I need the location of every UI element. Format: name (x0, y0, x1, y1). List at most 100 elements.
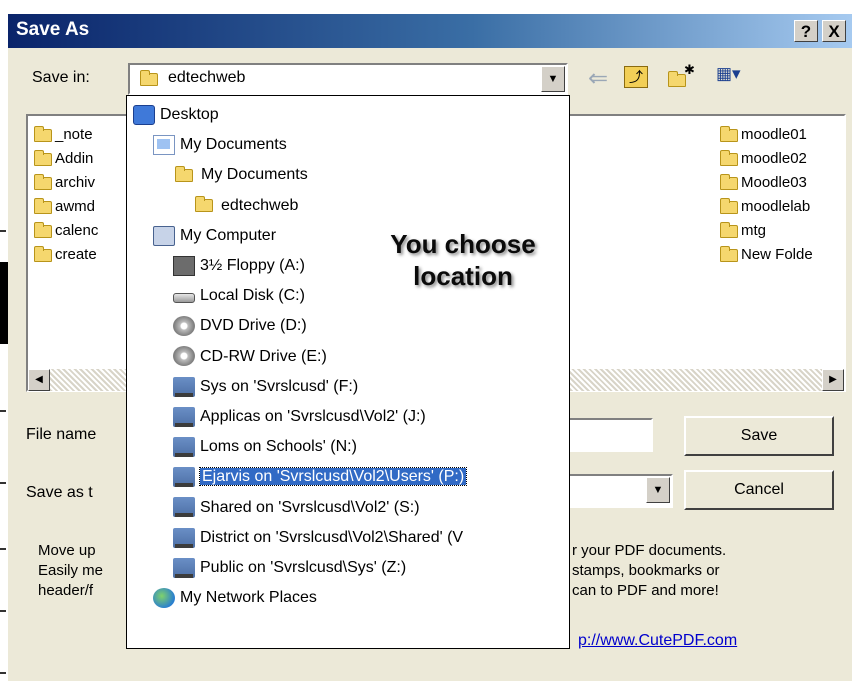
new-folder-icon[interactable]: ✱ (668, 62, 696, 90)
folder-icon (34, 173, 52, 190)
folder-icon (34, 149, 52, 166)
file-list-item[interactable]: moodle02 (720, 148, 844, 170)
file-list-item[interactable]: Moodle03 (720, 172, 844, 194)
promo-right-line: stamps, bookmarks or (572, 562, 720, 579)
dropdown-item-label: 3½ Floppy (A:) (200, 257, 305, 274)
file-list-item-label: Addin (55, 150, 94, 167)
dropdown-item-label: Ejarvis on 'Svrslcusd\Vol2\Users' (P:) (198, 467, 468, 487)
dropdown-item[interactable]: My Network Places (153, 585, 317, 611)
desktop-icon (133, 104, 155, 125)
dropdown-item-label: Shared on 'Svrslcusd\Vol2' (S:) (200, 498, 420, 516)
folder-icon (720, 125, 738, 142)
cutepdf-link[interactable]: p://www.CutePDF.com (578, 632, 737, 650)
dialog-title: Save As (16, 19, 90, 40)
title-bar[interactable]: Save As ? X (8, 14, 852, 48)
folder-icon (720, 149, 738, 166)
folder-icon (140, 70, 158, 86)
hard-disk-icon (173, 292, 195, 303)
close-button[interactable]: X (822, 20, 846, 42)
file-list-item-label: Moodle03 (741, 174, 807, 191)
dropdown-item[interactable]: DVD Drive (D:) (173, 313, 307, 339)
file-list-item-label: moodle01 (741, 126, 807, 143)
save-in-combo[interactable]: edtechweb ▼ (128, 63, 568, 95)
dropdown-item[interactable]: Shared on 'Svrslcusd\Vol2' (S:) (173, 495, 420, 521)
dropdown-item-label: District on 'Svrslcusd\Vol2\Shared' (V (200, 528, 464, 546)
dropdown-item-label: My Documents (201, 166, 308, 184)
folder-icon (720, 197, 738, 214)
network-drive-icon (173, 436, 195, 457)
dropdown-item-label: Sys on 'Svrslcusd' (F:) (200, 377, 359, 395)
cancel-button[interactable]: Cancel (684, 470, 834, 510)
dropdown-item-label: Desktop (160, 106, 219, 123)
chevron-down-icon[interactable]: ▼ (541, 66, 565, 92)
promo-right-line: r your PDF documents. (572, 542, 727, 559)
file-list-item-label: New Folde (741, 246, 813, 263)
save-button[interactable]: Save (684, 416, 834, 456)
dropdown-item-label: DVD Drive (D:) (200, 317, 307, 335)
background-tick (0, 610, 6, 612)
help-button[interactable]: ? (794, 20, 818, 42)
file-list-item[interactable]: New Folde (720, 244, 844, 266)
dropdown-item[interactable]: My Computer (153, 223, 276, 249)
promo-right-line: can to PDF and more! (572, 582, 719, 599)
dropdown-item[interactable]: Applicas on 'Svrslcusd\Vol2' (J:) (173, 404, 426, 430)
file-name-label: File name (26, 426, 97, 443)
dropdown-item[interactable]: edtechweb (193, 193, 298, 219)
dropdown-item[interactable]: Public on 'Svrslcusd\Sys' (Z:) (173, 555, 406, 581)
dropdown-item[interactable]: Desktop (133, 102, 219, 128)
my-documents-icon (153, 134, 175, 155)
file-list-item-label: _note (55, 126, 93, 143)
cd-drive-icon (173, 346, 195, 367)
dropdown-item[interactable]: My Documents (173, 162, 308, 188)
folder-icon (34, 221, 52, 238)
dropdown-item[interactable]: Loms on Schools' (N:) (173, 434, 357, 460)
folder-icon (720, 173, 738, 190)
file-list-item-label: awmd (55, 198, 96, 215)
dropdown-item[interactable]: My Documents (153, 132, 287, 158)
save-in-label: Save in: (32, 69, 90, 86)
folder-icon (175, 165, 193, 182)
dropdown-item[interactable]: CD-RW Drive (E:) (173, 344, 327, 370)
views-menu-icon[interactable]: ▦▾ (716, 64, 741, 84)
network-drive-icon (173, 406, 195, 427)
dropdown-item-label: Applicas on 'Svrslcusd\Vol2' (J:) (200, 408, 426, 425)
annotation-callout: You choose location (390, 229, 536, 291)
network-drive-icon (173, 497, 195, 518)
network-places-icon (153, 587, 175, 608)
scroll-left-icon[interactable]: ◀ (28, 369, 50, 391)
file-list-item-label: calenc (55, 222, 99, 239)
dropdown-item-label: CD-RW Drive (E:) (200, 347, 327, 365)
promo-left-line: Move up (38, 542, 96, 559)
file-list-item[interactable]: moodle01 (720, 124, 844, 146)
chevron-down-icon[interactable]: ▼ (646, 477, 670, 503)
save-in-dropdown-list[interactable]: Desktop My Documents My Documents edtechweb… (126, 95, 570, 649)
file-list-item-label: moodle02 (741, 150, 807, 167)
dropdown-item[interactable]: Ejarvis on 'Svrslcusd\Vol2\Users' (P:) (173, 464, 468, 490)
dropdown-item-label: Public on 'Svrslcusd\Sys' (Z:) (200, 559, 407, 576)
dropdown-item-label: My Network Places (180, 589, 317, 607)
dropdown-item[interactable]: Local Disk (C:) (173, 283, 305, 309)
network-drive-icon (173, 527, 195, 548)
background-page-edge (0, 262, 8, 344)
dropdown-item[interactable]: District on 'Svrslcusd\Vol2\Shared' (V (173, 525, 463, 551)
dropdown-item[interactable]: 3½ Floppy (A:) (173, 253, 305, 279)
network-drive-icon (173, 467, 195, 488)
file-list-item-label: archiv (55, 174, 96, 191)
save-in-value: edtechweb (168, 69, 246, 86)
file-list-item-label: create (55, 246, 97, 263)
scroll-right-icon[interactable]: ▶ (822, 369, 844, 391)
dropdown-item-label: edtechweb (221, 196, 299, 214)
up-folder-icon[interactable]: ⤴ (624, 66, 648, 88)
file-list-item-label: mtg (741, 222, 767, 239)
folder-icon (720, 221, 738, 238)
back-icon[interactable]: ⇐ (588, 64, 608, 93)
file-list-item[interactable]: moodlelab (720, 196, 844, 218)
file-list-item[interactable]: mtg (720, 220, 844, 242)
promo-left-line: Easily me (38, 562, 104, 579)
dropdown-item-label: Local Disk (C:) (200, 287, 305, 305)
background-tick (0, 548, 6, 550)
folder-icon (34, 245, 52, 262)
promo-left-line: header/f (38, 582, 94, 599)
background-tick (0, 410, 6, 412)
dropdown-item[interactable]: Sys on 'Svrslcusd' (F:) (173, 374, 358, 400)
